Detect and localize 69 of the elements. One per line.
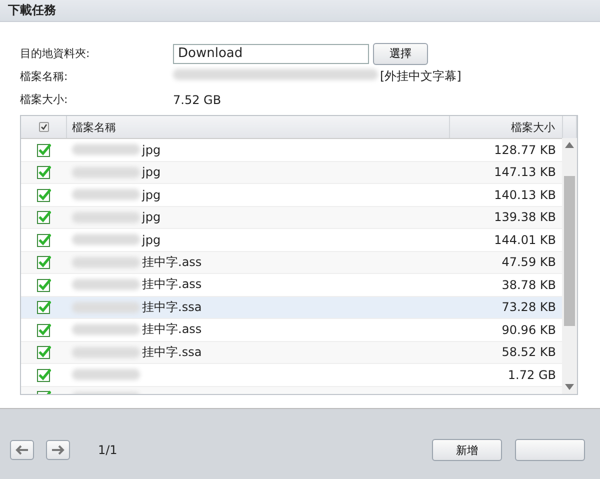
choose-button[interactable]: 選擇: [373, 42, 428, 64]
file-size: 7.52 GB: [173, 92, 222, 106]
back-button[interactable]: [10, 440, 34, 460]
left-arrow-icon: [15, 445, 29, 455]
file-name: 挂中字.ass: [142, 321, 202, 338]
file-name: jpg: [142, 188, 161, 202]
right-arrow-icon: [51, 445, 65, 455]
blurred-text: [72, 166, 140, 178]
column-header[interactable]: 檔案大小: [450, 116, 563, 138]
select-all-checkbox[interactable]: [38, 122, 48, 132]
scroll-up-icon[interactable]: [565, 142, 574, 148]
field-label: 目的地資料夾:: [20, 46, 91, 61]
column-header[interactable]: 檔案名稱: [67, 116, 450, 138]
row-checkbox[interactable]: [37, 165, 51, 180]
table-row[interactable]: jpg 139.38 KB: [21, 206, 562, 229]
blurred-text: [72, 256, 140, 268]
file-size: 90.96 KB: [502, 322, 556, 337]
file-name: [外挂中文字幕]: [380, 69, 462, 83]
row-checkbox[interactable]: [37, 322, 51, 337]
table-row[interactable]: 挂中字.ssa 58.52 KB: [21, 342, 562, 364]
file-size: 58.52 KB: [502, 345, 556, 360]
blurred-text: [72, 144, 140, 156]
folder-field[interactable]: Download: [173, 44, 369, 64]
file-name: 挂中字.ass: [142, 254, 202, 271]
table-row[interactable]: 挂中字.ssa 73.28 KB: [21, 296, 562, 319]
row-checkbox[interactable]: [37, 345, 51, 360]
file-name: jpg: [142, 210, 161, 224]
file-name: jpg: [142, 165, 161, 180]
blurred-text: [72, 369, 140, 380]
table-row[interactable]: jpg 147.13 KB: [21, 162, 562, 184]
file-size: 128.77 KB: [494, 142, 556, 157]
add-button[interactable]: 新增: [432, 439, 502, 461]
row-checkbox[interactable]: [37, 210, 51, 224]
row-checkbox[interactable]: [37, 300, 51, 314]
forward-button[interactable]: [46, 440, 70, 460]
blurred-text: [72, 234, 140, 246]
file-size: 47.59 KB: [502, 255, 556, 270]
table-row[interactable]: 挂中字.ass 47.59 KB: [21, 252, 562, 274]
blurred-text: [72, 346, 140, 358]
blurred-text: [72, 212, 140, 223]
field-label: 檔案大小:: [20, 92, 69, 107]
file-name: 挂中字.ssa: [142, 344, 202, 361]
row-checkbox[interactable]: [37, 255, 51, 270]
scroll-down-icon[interactable]: [565, 384, 574, 390]
page-indicator: 1/1: [98, 443, 118, 457]
row-checkbox[interactable]: [37, 142, 51, 157]
scrollbar[interactable]: [562, 138, 577, 394]
file-size: 1.72 GB: [508, 368, 556, 382]
row-checkbox[interactable]: [37, 278, 51, 292]
blurred-text: [72, 189, 140, 200]
file-name: jpg: [142, 142, 161, 157]
file-name: 挂中字.ass: [142, 276, 202, 294]
file-size: 140.13 KB: [494, 188, 556, 202]
file-size: 147.13 KB: [494, 165, 556, 180]
blurred-text: [72, 302, 140, 313]
file-size: 73.28 KB: [502, 300, 556, 314]
file-name: 挂中字.ssa: [142, 298, 202, 316]
dialog-button[interactable]: [515, 439, 585, 461]
file-size: 38.78 KB: [502, 278, 556, 292]
blurred-text: [72, 324, 140, 336]
window-title: 下載任務: [0, 0, 600, 22]
row-checkbox[interactable]: [37, 232, 51, 247]
file-size: 139.38 KB: [494, 210, 556, 224]
field-label: 檔案名稱:: [20, 69, 69, 84]
row-checkbox[interactable]: [37, 368, 51, 382]
file-name: jpg: [142, 232, 161, 247]
file-size: 144.01 KB: [494, 232, 556, 247]
row-checkbox[interactable]: [37, 188, 51, 202]
blurred-text: [72, 279, 140, 290]
